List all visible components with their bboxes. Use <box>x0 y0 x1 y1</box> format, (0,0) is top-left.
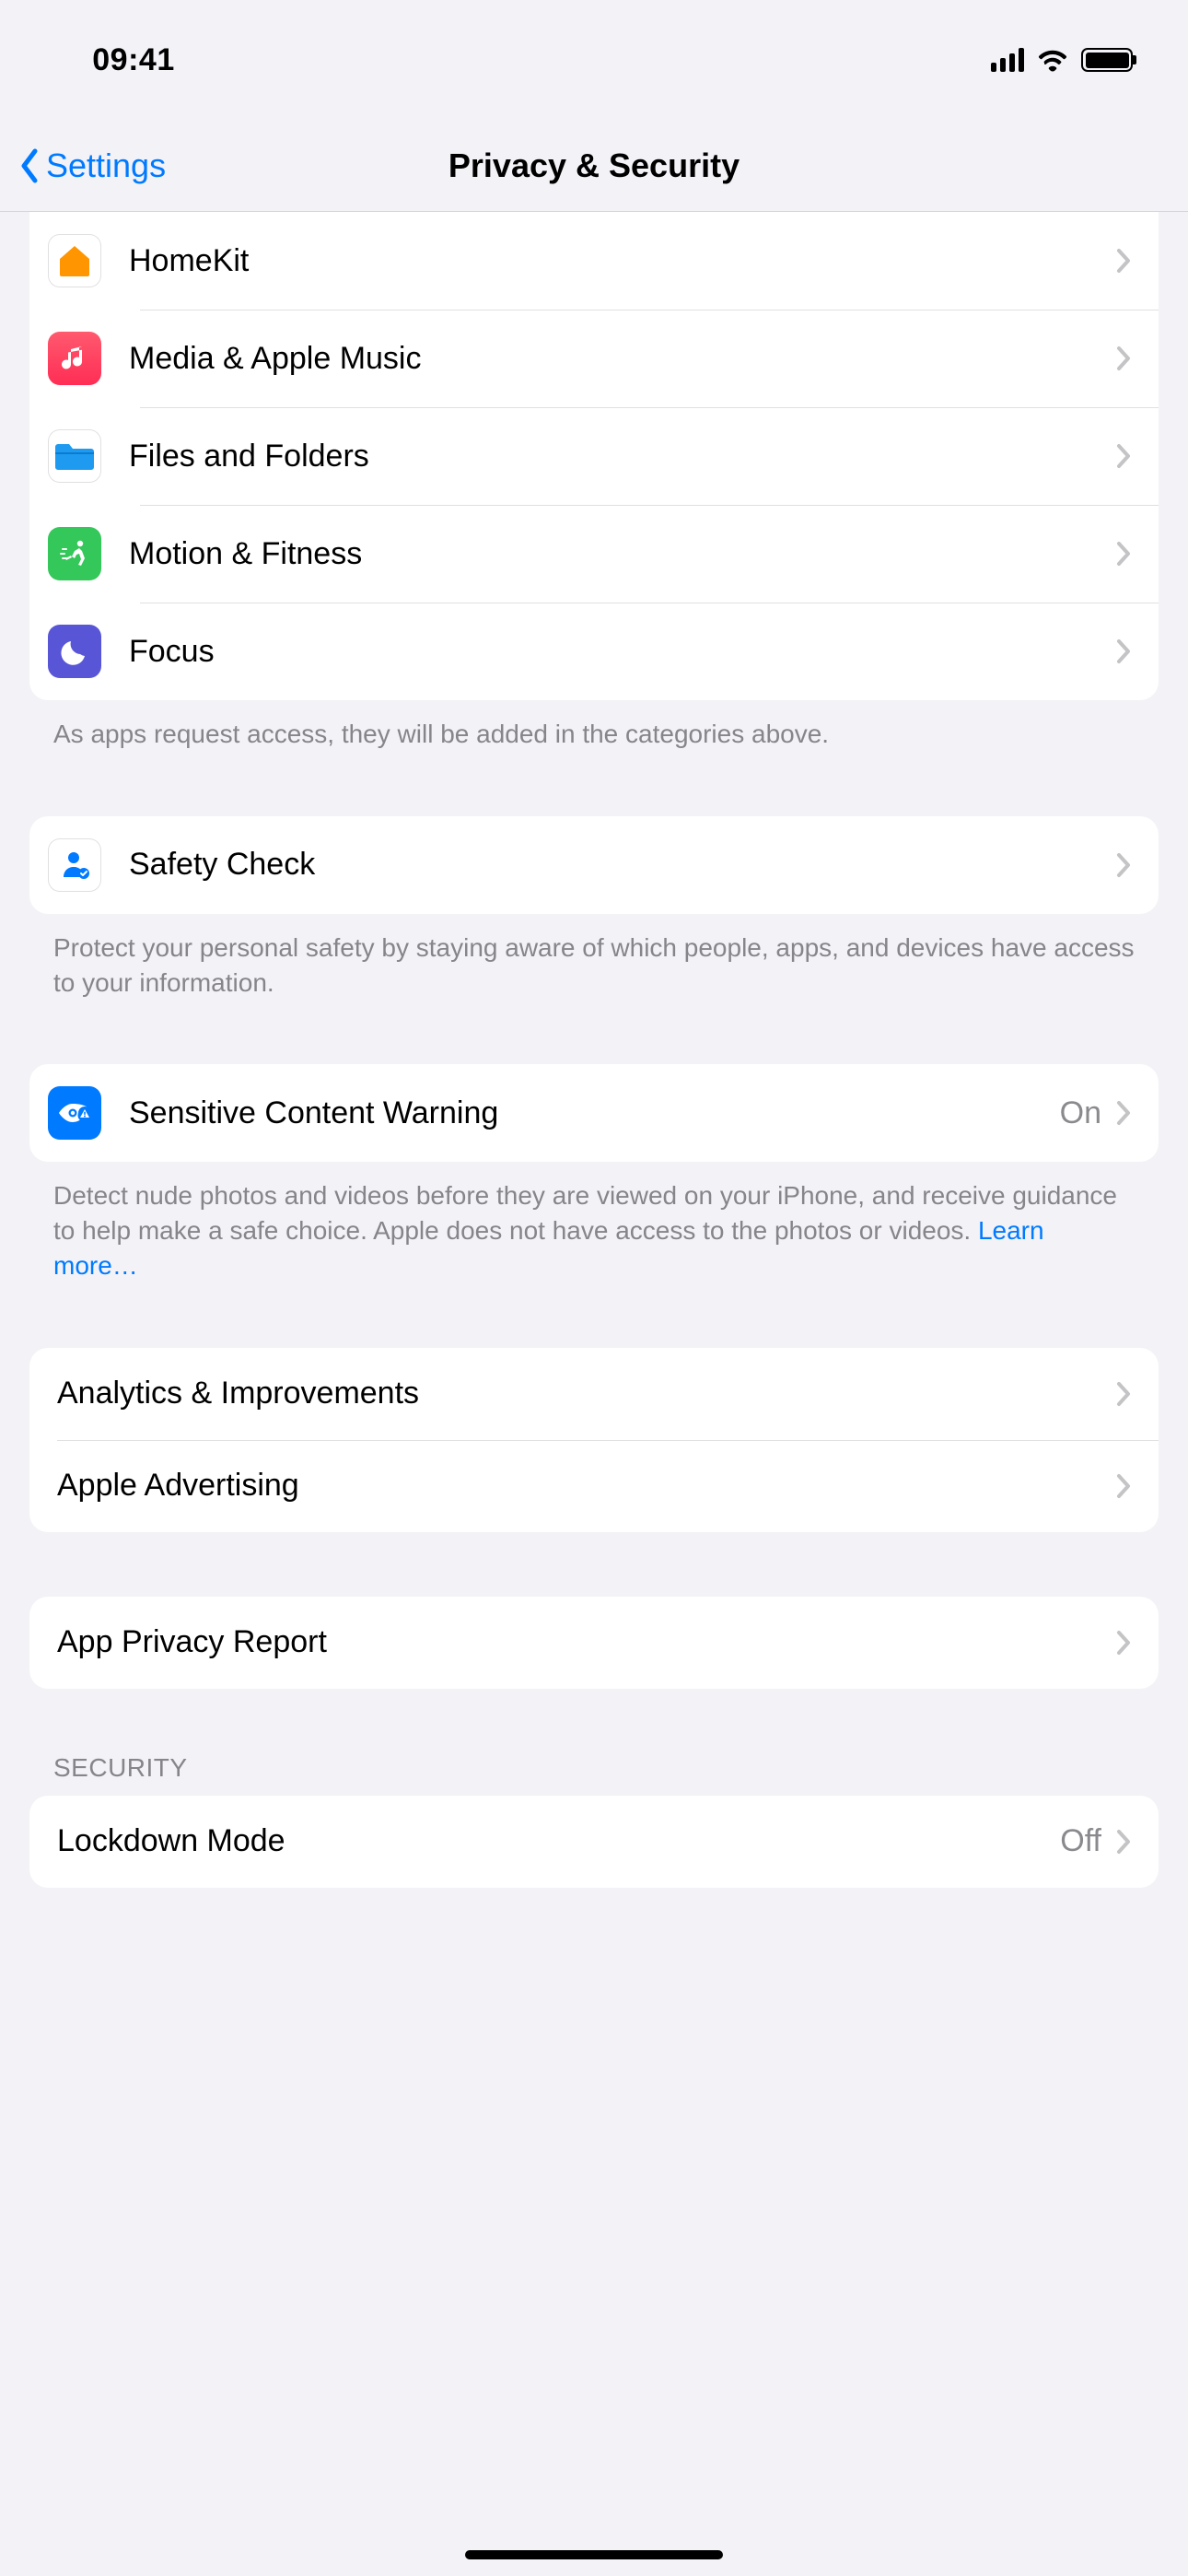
page-title: Privacy & Security <box>0 146 1188 185</box>
homekit-icon <box>48 234 101 287</box>
chevron-right-icon <box>1116 1473 1131 1499</box>
row-label: Files and Folders <box>129 439 369 474</box>
chevron-right-icon <box>1116 1630 1131 1656</box>
safety-check-group: Safety Check <box>29 816 1159 914</box>
chevron-right-icon <box>1116 1100 1131 1126</box>
wifi-icon <box>1037 48 1068 72</box>
content: HomeKit Media & Apple Music Files and Fo… <box>0 212 1188 1888</box>
folder-icon <box>48 429 101 483</box>
chevron-right-icon <box>1116 345 1131 371</box>
row-app-privacy-report[interactable]: App Privacy Report <box>29 1597 1159 1689</box>
battery-icon <box>1081 48 1133 72</box>
chevron-right-icon <box>1116 248 1131 274</box>
status-time: 09:41 <box>0 42 267 78</box>
back-button[interactable]: Settings <box>18 146 166 185</box>
row-label: Apple Advertising <box>57 1468 299 1504</box>
chevron-right-icon <box>1116 443 1131 469</box>
security-header: SECURITY <box>53 1753 1135 1783</box>
status-bar: 09:41 <box>0 0 1188 120</box>
row-lockdown-mode[interactable]: Lockdown Mode Off <box>29 1796 1159 1888</box>
chevron-right-icon <box>1116 852 1131 878</box>
row-value: Off <box>1060 1823 1101 1859</box>
chevron-right-icon <box>1116 1381 1131 1407</box>
sensitive-content-footer: Detect nude photos and videos before the… <box>53 1178 1135 1282</box>
sensitive-content-group: Sensitive Content Warning On <box>29 1064 1159 1162</box>
eye-warning-icon <box>48 1086 101 1140</box>
chevron-right-icon <box>1116 1829 1131 1855</box>
analytics-group: Analytics & Improvements Apple Advertisi… <box>29 1348 1159 1532</box>
app-privacy-group: App Privacy Report <box>29 1597 1159 1689</box>
row-label: Safety Check <box>129 847 315 883</box>
row-sensitive-content[interactable]: Sensitive Content Warning On <box>29 1064 1159 1162</box>
row-label: App Privacy Report <box>57 1624 327 1660</box>
row-safety-check[interactable]: Safety Check <box>29 816 1159 914</box>
chevron-left-icon <box>18 147 41 184</box>
row-apple-advertising[interactable]: Apple Advertising <box>29 1440 1159 1532</box>
row-media-apple-music[interactable]: Media & Apple Music <box>29 310 1159 407</box>
chevron-right-icon <box>1116 638 1131 664</box>
row-motion-fitness[interactable]: Motion & Fitness <box>29 505 1159 603</box>
security-group: Lockdown Mode Off <box>29 1796 1159 1888</box>
person-check-icon <box>48 838 101 892</box>
music-icon <box>48 332 101 385</box>
row-homekit[interactable]: HomeKit <box>29 212 1159 310</box>
safety-check-footer: Protect your personal safety by staying … <box>53 931 1135 1001</box>
row-label: Media & Apple Music <box>129 341 422 377</box>
row-label: Lockdown Mode <box>57 1823 285 1859</box>
home-indicator[interactable] <box>465 2550 723 2559</box>
running-icon <box>48 527 101 580</box>
access-categories-group: HomeKit Media & Apple Music Files and Fo… <box>29 212 1159 700</box>
row-files-folders[interactable]: Files and Folders <box>29 407 1159 505</box>
cellular-icon <box>991 48 1024 72</box>
nav-bar: Settings Privacy & Security <box>0 120 1188 212</box>
access-categories-footer: As apps request access, they will be add… <box>53 717 1135 752</box>
row-label: Motion & Fitness <box>129 536 362 572</box>
back-label: Settings <box>46 146 166 185</box>
row-value: On <box>1060 1095 1101 1131</box>
row-label: Focus <box>129 634 215 670</box>
row-analytics[interactable]: Analytics & Improvements <box>29 1348 1159 1440</box>
row-label: HomeKit <box>129 243 249 279</box>
row-label: Analytics & Improvements <box>57 1376 419 1411</box>
status-indicators <box>991 48 1133 72</box>
row-focus[interactable]: Focus <box>29 603 1159 700</box>
moon-icon <box>48 625 101 678</box>
row-label: Sensitive Content Warning <box>129 1095 498 1131</box>
chevron-right-icon <box>1116 541 1131 567</box>
